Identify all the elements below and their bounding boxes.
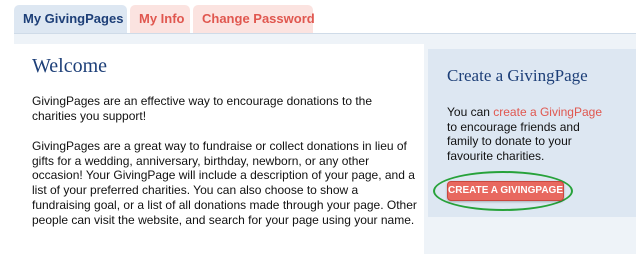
- sidebar-text-before: You can: [447, 105, 494, 119]
- tab-my-info[interactable]: My Info: [130, 5, 190, 33]
- sidebar-text: You can create a GivingPage to encourage…: [447, 105, 607, 163]
- create-givingpage-link[interactable]: create a GivingPage: [493, 105, 602, 119]
- sidebar-text-after: to encourage friends and family to donat…: [447, 119, 580, 163]
- tab-my-givingpages[interactable]: My GivingPages: [14, 5, 127, 33]
- tab-bar: My GivingPages My Info Change Password: [0, 0, 636, 34]
- tab-change-password[interactable]: Change Password: [193, 5, 315, 33]
- intro-paragraph: GivingPages are an effective way to enco…: [32, 94, 373, 123]
- description-paragraph: GivingPages are a great way to fundraise…: [32, 139, 417, 227]
- page-title: Welcome: [32, 55, 108, 77]
- sidebar-title: Create a GivingPage: [447, 66, 588, 85]
- create-givingpage-button[interactable]: CREATE A GIVINGPAGE: [447, 181, 564, 201]
